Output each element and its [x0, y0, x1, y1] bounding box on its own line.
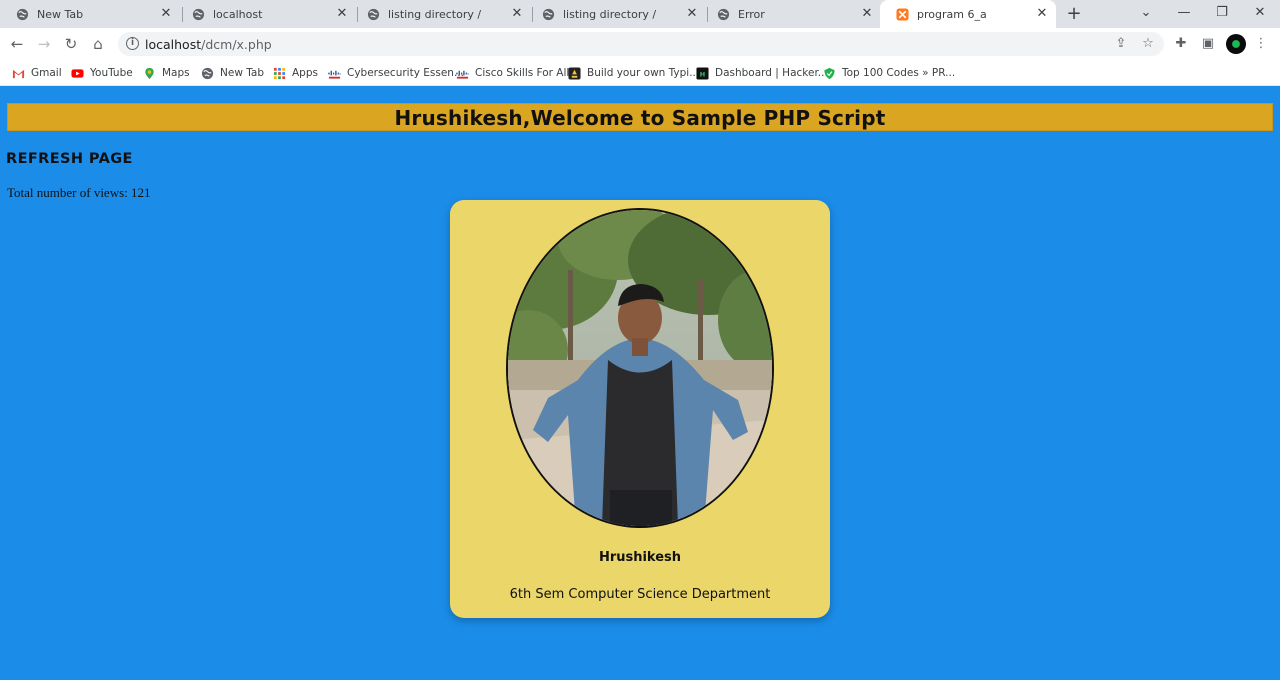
- tab-title: program 6_a: [917, 7, 987, 21]
- apps-grid-icon: [273, 67, 286, 79]
- tab-localhost[interactable]: localhost ✕: [176, 0, 356, 28]
- globe-icon: [201, 67, 214, 79]
- bookmark-label: Dashboard | Hacker...: [715, 67, 828, 79]
- address-bar[interactable]: i localhost/dcm/x.php ⇪ ☆: [118, 32, 1164, 56]
- browser-toolbar: ← → ↻ ⌂ i localhost/dcm/x.php ⇪ ☆ ✚ ▣ ⋮: [0, 28, 1280, 60]
- close-tab-icon[interactable]: ✕: [334, 6, 350, 22]
- bookmark-label: YouTube: [90, 67, 133, 79]
- profile-photo: [506, 208, 774, 528]
- xampp-icon: [896, 7, 909, 21]
- close-tab-icon[interactable]: ✕: [509, 6, 525, 22]
- bookmarks-bar: Gmail YouTube Maps New Tab Apps Cybersec…: [0, 60, 1280, 86]
- globe-icon: [367, 8, 380, 20]
- tab-title: New Tab: [37, 7, 84, 21]
- bookmark-label: New Tab: [220, 67, 265, 79]
- bookmark-label: Gmail: [31, 67, 62, 79]
- page-content: Hrushikesh,Welcome to Sample PHP Script …: [0, 86, 1280, 680]
- tab-listing-directory[interactable]: listing directory / ✕: [351, 0, 531, 28]
- bookmark-cisco-skills[interactable]: Cisco Skills For All: [456, 64, 569, 82]
- bookmark-label: Cisco Skills For All: [475, 67, 570, 79]
- tab-title: listing directory /: [563, 7, 657, 21]
- reload-icon[interactable]: ↻: [60, 33, 82, 55]
- tab-strip: New Tab ✕ localhost ✕ listing directory …: [0, 0, 1280, 28]
- url-path: /dcm/x.php: [201, 37, 272, 52]
- tab-title: Error: [738, 7, 765, 21]
- bookmark-gmail[interactable]: Gmail: [12, 64, 62, 82]
- hackerrank-icon: H: [696, 66, 709, 80]
- extensions-puzzle-icon[interactable]: ✚: [1171, 34, 1191, 54]
- refresh-page-link[interactable]: REFRESH PAGE: [6, 151, 133, 167]
- tab-error[interactable]: Error ✕: [701, 0, 881, 28]
- view-counter: Total number of views: 121: [7, 185, 151, 200]
- typing-icon: [568, 66, 581, 80]
- close-tab-icon[interactable]: ✕: [1034, 6, 1050, 22]
- tab-title: localhost: [213, 7, 263, 21]
- profile-department: 6th Sem Computer Science Department: [509, 587, 771, 602]
- site-info-icon[interactable]: i: [126, 37, 139, 50]
- welcome-banner: Hrushikesh,Welcome to Sample PHP Script: [7, 103, 1273, 131]
- tab-listing-directory-2[interactable]: listing directory / ✕: [526, 0, 706, 28]
- close-window-button[interactable]: ✕: [1249, 3, 1271, 23]
- cisco-icon: [456, 70, 469, 79]
- profile-avatar[interactable]: [1226, 34, 1246, 54]
- profile-card: Hrushikesh 6th Sem Computer Science Depa…: [450, 200, 830, 618]
- back-arrow-icon[interactable]: ←: [6, 33, 28, 55]
- bookmark-apps[interactable]: Apps: [273, 64, 318, 82]
- bookmark-youtube[interactable]: YouTube: [71, 64, 133, 82]
- tab-title: listing directory /: [388, 7, 482, 21]
- globe-icon: [192, 8, 205, 20]
- globe-icon: [717, 8, 730, 20]
- profile-name: Hrushikesh: [598, 550, 682, 565]
- minimize-button[interactable]: —: [1173, 3, 1195, 23]
- bookmark-label: Apps: [292, 67, 318, 79]
- bookmark-label: Top 100 Codes » PR...: [842, 67, 956, 79]
- profile-photo-illustration: [508, 210, 772, 526]
- close-tab-icon[interactable]: ✕: [859, 6, 875, 22]
- cisco-icon: [328, 70, 341, 79]
- bookmark-label: Maps: [162, 67, 190, 79]
- bookmark-label: Cybersecurity Essen...: [347, 67, 464, 79]
- youtube-icon: [71, 68, 84, 78]
- bookmark-cybersecurity[interactable]: Cybersecurity Essen...: [328, 64, 464, 82]
- menu-kebab-icon[interactable]: ⋮: [1251, 34, 1271, 54]
- side-panel-icon[interactable]: ▣: [1198, 34, 1218, 54]
- bookmark-top-100-codes[interactable]: Top 100 Codes » PR...: [823, 64, 955, 82]
- bookmark-new-tab[interactable]: New Tab: [201, 64, 264, 82]
- bookmark-label: Build your own Typi...: [587, 67, 700, 79]
- close-tab-icon[interactable]: ✕: [684, 6, 700, 22]
- shield-icon: [824, 67, 835, 79]
- new-tab-button[interactable]: +: [1064, 4, 1084, 24]
- globe-icon: [542, 8, 555, 20]
- globe-icon: [16, 8, 29, 20]
- bookmark-star-icon[interactable]: ☆: [1139, 35, 1157, 53]
- tab-new-tab[interactable]: New Tab ✕: [0, 0, 180, 28]
- tab-search-chevron-icon[interactable]: ⌄: [1135, 3, 1157, 23]
- forward-arrow-icon[interactable]: →: [33, 33, 55, 55]
- gmail-icon: [12, 69, 25, 78]
- tab-program-6a[interactable]: program 6_a ✕: [880, 0, 1056, 28]
- home-icon[interactable]: ⌂: [87, 33, 109, 55]
- url-host: localhost: [145, 37, 202, 52]
- address-url[interactable]: localhost/dcm/x.php: [145, 37, 272, 52]
- bookmark-build-typing[interactable]: Build your own Typi...: [568, 64, 699, 82]
- svg-text:H: H: [700, 70, 705, 78]
- maps-icon: [145, 67, 154, 79]
- bookmark-hackerrank[interactable]: H Dashboard | Hacker...: [696, 64, 828, 82]
- close-tab-icon[interactable]: ✕: [158, 6, 174, 22]
- bookmark-maps[interactable]: Maps: [143, 64, 190, 82]
- page-title: Hrushikesh,Welcome to Sample PHP Script: [394, 106, 886, 130]
- restore-button[interactable]: ❐: [1211, 3, 1233, 23]
- share-icon[interactable]: ⇪: [1112, 35, 1130, 53]
